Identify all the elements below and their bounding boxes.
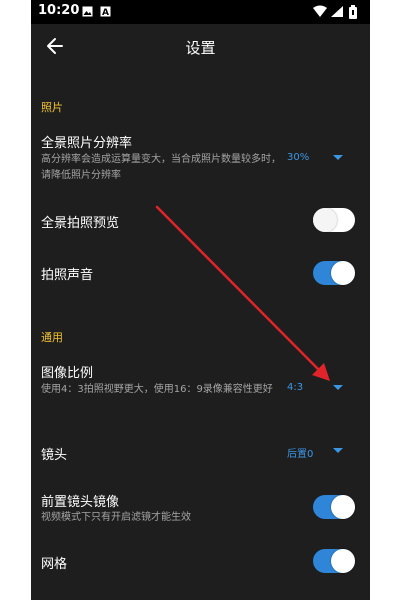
status-icons [313,5,357,19]
panorama-resolution-description: 高分辨率会造成运算量变大，当合成照片数量较多时，请降低照片分辨率 [41,154,281,181]
lens-value: 后置0 [287,449,314,460]
toggle-knob [331,495,355,519]
panorama-preview-title: 全景拍照预览 [41,216,120,231]
panorama-resolution-title: 全景照片分辨率 [41,136,133,151]
panorama-preview-toggle[interactable] [313,208,355,232]
toolbar: 设置 [31,24,370,70]
front-mirror-toggle[interactable] [313,495,355,519]
image-icon [82,6,93,17]
front-mirror-description: 视频模式下只有开启滤镜才能生效 [41,512,191,523]
signal-icon [331,6,343,17]
chevron-down-icon [333,448,343,453]
front-mirror-title: 前置镜头镜像 [41,495,120,510]
aspect-ratio-value: 4:3 [287,382,304,393]
lens-title: 镜头 [41,448,68,463]
chevron-down-icon [333,385,343,390]
panorama-resolution-dropdown[interactable]: 30% [287,152,347,168]
svg-text:A: A [102,8,109,17]
toggle-knob [331,261,355,285]
lens-dropdown[interactable]: 后置0 [287,445,347,461]
aspect-ratio-title: 图像比例 [41,366,94,381]
toggle-knob [331,549,355,573]
toggle-knob [313,208,337,232]
panorama-resolution-value: 30% [287,152,310,163]
grid-title: 网格 [41,557,68,572]
shutter-sound-title: 拍照声音 [41,268,94,283]
wifi-icon [313,5,327,17]
grid-toggle[interactable] [313,549,355,573]
status-time: 10:20 [38,3,80,18]
battery-icon [349,5,357,19]
section-label-general: 通用 [41,331,63,344]
section-label-photo: 照片 [41,101,63,114]
aspect-ratio-description: 使用4：3拍照视野更大，使用16：9录像兼容性更好 [41,384,273,395]
page-title: 设置 [185,39,216,57]
shutter-sound-toggle[interactable] [313,261,355,285]
a-notification-icon: A [100,6,111,17]
status-bar: 10:20 A [31,0,370,24]
aspect-ratio-dropdown[interactable]: 4:3 [287,382,347,398]
settings-screen: 10:20 A 设置 照片 全景照片分辨率 高分辨率会造成运算量变大，当合成照片… [31,0,370,600]
chevron-down-icon [333,155,343,160]
